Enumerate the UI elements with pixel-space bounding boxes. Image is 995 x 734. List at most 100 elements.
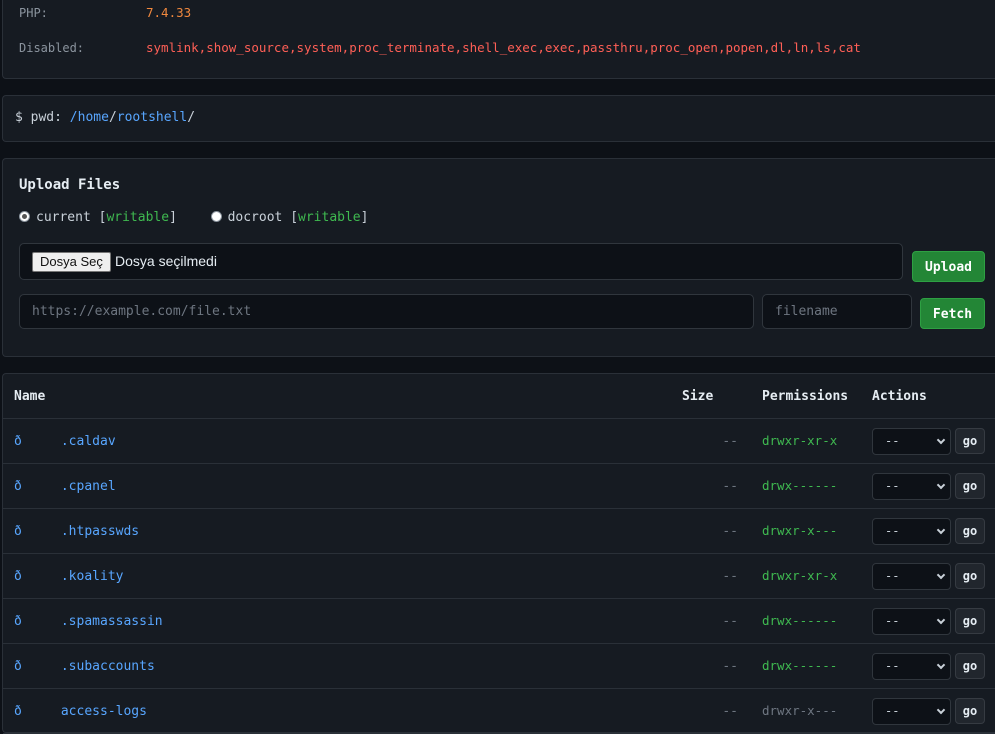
action-select-value: -- — [885, 523, 900, 538]
fetch-button[interactable]: Fetch — [920, 298, 985, 329]
file-size: -- — [722, 433, 738, 449]
permissions-cell: drwx------ — [762, 463, 872, 509]
table-row: ð .cpanel -- drwx------ -- go — [3, 463, 995, 509]
file-size-cell: -- — [682, 463, 762, 509]
file-name-cell: ð .cpanel — [3, 463, 682, 509]
file-size-cell: -- — [682, 508, 762, 554]
path-separator: / — [108, 110, 117, 125]
header-size[interactable]: Size — [682, 374, 762, 419]
file-size: -- — [722, 658, 738, 674]
go-button[interactable]: go — [955, 518, 985, 544]
path-separator: / — [187, 110, 196, 125]
filename-input[interactable]: filename — [762, 294, 912, 329]
file-name-link[interactable]: .koality — [61, 569, 124, 584]
folder-icon[interactable]: ð — [14, 479, 53, 494]
chevron-down-icon — [936, 570, 946, 579]
go-button[interactable]: go — [955, 653, 985, 679]
file-size: -- — [722, 523, 738, 539]
actions-cell: -- go — [872, 553, 995, 599]
file-table-body: ð .caldav -- drwxr-xr-x -- go ð .cpanel… — [3, 418, 995, 734]
go-button[interactable]: go — [955, 608, 985, 634]
table-row: ð .htpasswds -- drwxr-x--- -- go — [3, 508, 995, 554]
php-version-value: 7.4.33 — [146, 5, 192, 20]
go-button[interactable]: go — [955, 428, 985, 454]
permissions-cell: drwxr-xr-x — [762, 418, 872, 464]
php-label: PHP: — [19, 6, 48, 20]
radio-current[interactable] — [19, 211, 30, 222]
permissions-cell: drwx------ — [762, 598, 872, 644]
radio-current-label[interactable]: current — [36, 210, 91, 225]
file-name-cell: ð .spamassassin — [3, 598, 682, 644]
folder-icon[interactable]: ð — [14, 434, 53, 449]
chevron-down-icon — [936, 435, 946, 444]
file-size: -- — [722, 703, 738, 719]
actions-cell: -- go — [872, 463, 995, 509]
file-name-link[interactable]: .subaccounts — [61, 659, 155, 674]
table-header-row: Name Size Permissions Actions — [3, 374, 995, 419]
file-table: Name Size Permissions Actions ð .cald… — [3, 374, 995, 734]
go-button[interactable]: go — [955, 698, 985, 724]
path-separator[interactable]: / — [70, 110, 78, 125]
pwd-path: $ pwd: /home/rootshell/ — [15, 109, 195, 127]
action-select-value: -- — [885, 613, 900, 628]
chevron-down-icon — [936, 480, 946, 489]
folder-icon[interactable]: ð — [14, 614, 53, 629]
file-permissions: drwx------ — [762, 613, 838, 628]
action-select-value: -- — [885, 658, 900, 673]
action-select[interactable]: -- — [872, 517, 951, 545]
folder-icon[interactable]: ð — [14, 569, 53, 584]
pwd-prefix: $ pwd: — [15, 110, 70, 125]
file-input[interactable]: Dosya Seç Dosya seçilmedi — [19, 243, 903, 280]
folder-icon[interactable]: ð — [14, 524, 53, 539]
file-permissions: drwxr-x--- — [762, 703, 838, 718]
file-permissions: drwxr-xr-x — [762, 433, 838, 448]
path-segment-rootshell[interactable]: rootshell — [117, 110, 187, 125]
header-name[interactable]: Name — [3, 374, 682, 419]
table-row: ð .koality -- drwxr-xr-x -- go — [3, 553, 995, 599]
file-name-cell: ð .subaccounts — [3, 643, 682, 689]
action-select[interactable]: -- — [872, 697, 951, 725]
action-select-value: -- — [885, 568, 900, 583]
disabled-label: Disabled: — [19, 41, 85, 55]
url-input[interactable]: https://example.com/file.txt — [19, 294, 754, 329]
action-select[interactable]: -- — [872, 427, 951, 455]
bracket: ] — [360, 210, 369, 225]
path-segment-home[interactable]: home — [78, 110, 109, 125]
permissions-cell: drwxr-xr-x — [762, 553, 872, 599]
choose-file-button[interactable]: Dosya Seç — [32, 252, 111, 272]
no-file-chosen-text: Dosya seçilmedi — [115, 253, 217, 269]
upload-title: Upload Files — [19, 177, 121, 193]
permissions-cell: drwxr-x--- — [762, 508, 872, 554]
radio-docroot[interactable] — [210, 211, 222, 222]
actions-cell: -- go — [872, 643, 995, 689]
file-name-link[interactable]: .htpasswds — [61, 524, 139, 539]
file-permissions: drwx------ — [762, 658, 838, 673]
file-name-cell: ð .htpasswds — [3, 508, 682, 554]
action-select[interactable]: -- — [872, 562, 951, 590]
radio-docroot-label[interactable]: docroot — [228, 210, 283, 225]
file-name-link[interactable]: .spamassassin — [61, 614, 163, 629]
action-select[interactable]: -- — [872, 607, 951, 635]
action-select[interactable]: -- — [872, 652, 951, 680]
bracket: ] — [169, 210, 177, 225]
file-permissions: drwx------ — [762, 478, 838, 493]
folder-icon[interactable]: ð — [14, 704, 53, 719]
folder-icon[interactable]: ð — [14, 659, 53, 674]
file-permissions: drwxr-xr-x — [762, 568, 838, 583]
go-button[interactable]: go — [955, 563, 985, 589]
file-size: -- — [722, 478, 738, 494]
pwd-panel: $ pwd: /home/rootshell/ — [2, 95, 995, 142]
upload-button[interactable]: Upload — [912, 251, 985, 282]
file-name-link[interactable]: .caldav — [61, 434, 116, 449]
file-name-cell: ð .koality — [3, 553, 682, 599]
file-name-link[interactable]: access-logs — [61, 704, 147, 719]
file-name-link[interactable]: .cpanel — [61, 479, 116, 494]
file-size: -- — [722, 613, 738, 629]
current-writable-status: writable — [106, 210, 170, 225]
action-select-value: -- — [885, 478, 900, 493]
go-button[interactable]: go — [955, 473, 985, 499]
header-permissions[interactable]: Permissions — [762, 374, 872, 419]
disabled-functions-value: symlink,show_source,system,proc_terminat… — [146, 40, 861, 55]
header-actions: Actions — [872, 374, 995, 419]
action-select[interactable]: -- — [872, 472, 951, 500]
